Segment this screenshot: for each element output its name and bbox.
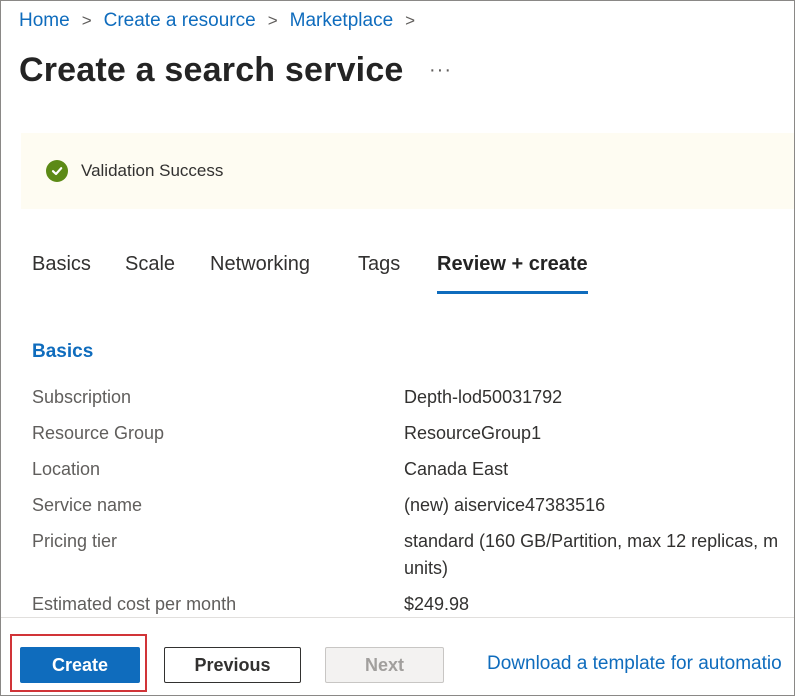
more-options-button[interactable]: ··· <box>429 59 452 82</box>
previous-button[interactable]: Previous <box>164 647 301 683</box>
breadcrumb-separator: > <box>267 11 278 30</box>
row-label: Estimated cost per month <box>32 594 237 614</box>
section-title-basics: Basics <box>32 341 94 362</box>
tab-review-create[interactable]: Review + create <box>437 253 588 294</box>
row-value: (new) aiservice47383516 <box>404 495 606 515</box>
row-label: Resource Group <box>32 423 165 443</box>
next-button[interactable]: Next <box>325 647 444 683</box>
row-value: ResourceGroup1 <box>404 423 542 443</box>
row-value: Depth-lod50031792 <box>404 387 563 407</box>
row-label: Location <box>32 459 101 479</box>
tab-basics[interactable]: Basics <box>32 253 91 291</box>
breadcrumb-home[interactable]: Home <box>19 10 70 32</box>
validation-status-text: Validation Success <box>81 161 224 180</box>
tab-scale[interactable]: Scale <box>125 253 175 291</box>
row-value: $249.98 <box>404 594 470 614</box>
row-label: Subscription <box>32 387 132 407</box>
breadcrumb-create-a-resource[interactable]: Create a resource <box>104 10 256 32</box>
create-button[interactable]: Create <box>20 647 140 683</box>
tab-tags[interactable]: Tags <box>358 253 400 291</box>
page-title: Create a search service <box>19 51 404 89</box>
breadcrumb-separator: > <box>405 11 416 30</box>
create-search-service-page: Home > Create a resource > Marketplace >… <box>0 0 795 696</box>
check-circle-icon <box>46 160 68 182</box>
breadcrumb: Home > Create a resource > Marketplace > <box>19 10 427 32</box>
tab-networking[interactable]: Networking <box>210 253 310 291</box>
row-label: Service name <box>32 495 143 515</box>
row-value-continued: units) <box>404 558 449 578</box>
download-template-link[interactable]: Download a template for automatio <box>487 653 782 675</box>
row-label: Pricing tier <box>32 531 118 551</box>
breadcrumb-separator: > <box>81 11 92 30</box>
validation-banner: Validation Success <box>21 133 794 209</box>
footer-divider <box>1 617 794 618</box>
breadcrumb-marketplace[interactable]: Marketplace <box>290 10 394 32</box>
row-value: standard (160 GB/Partition, max 12 repli… <box>404 531 779 551</box>
row-value: Canada East <box>404 459 509 479</box>
